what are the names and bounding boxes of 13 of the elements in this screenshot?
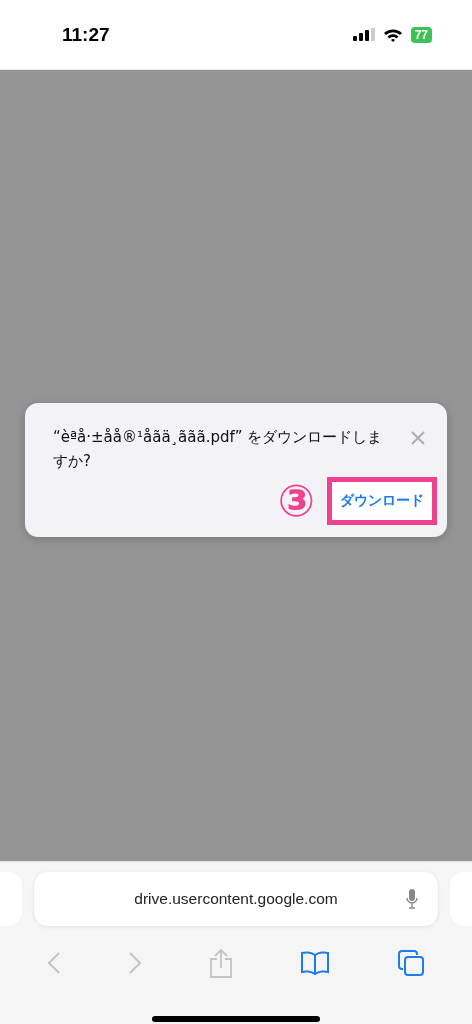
tabs-icon[interactable]: [396, 949, 425, 977]
download-button[interactable]: ダウンロード: [327, 477, 437, 525]
home-indicator[interactable]: [152, 1016, 320, 1022]
download-message: “èªå·±åå®¹åãä¸ããã.pdf” をダウンロードしますか?: [53, 427, 383, 472]
status-time: 11:27: [62, 23, 110, 46]
signal-icon: [352, 28, 375, 41]
battery-indicator: 77: [410, 26, 432, 43]
close-icon[interactable]: [411, 431, 425, 445]
book-icon[interactable]: [299, 951, 330, 975]
address-field[interactable]: drive.usercontent.google.com: [34, 872, 438, 926]
microphone-icon[interactable]: [406, 889, 418, 909]
step-number: ③: [277, 474, 315, 528]
wifi-icon: [382, 27, 403, 42]
